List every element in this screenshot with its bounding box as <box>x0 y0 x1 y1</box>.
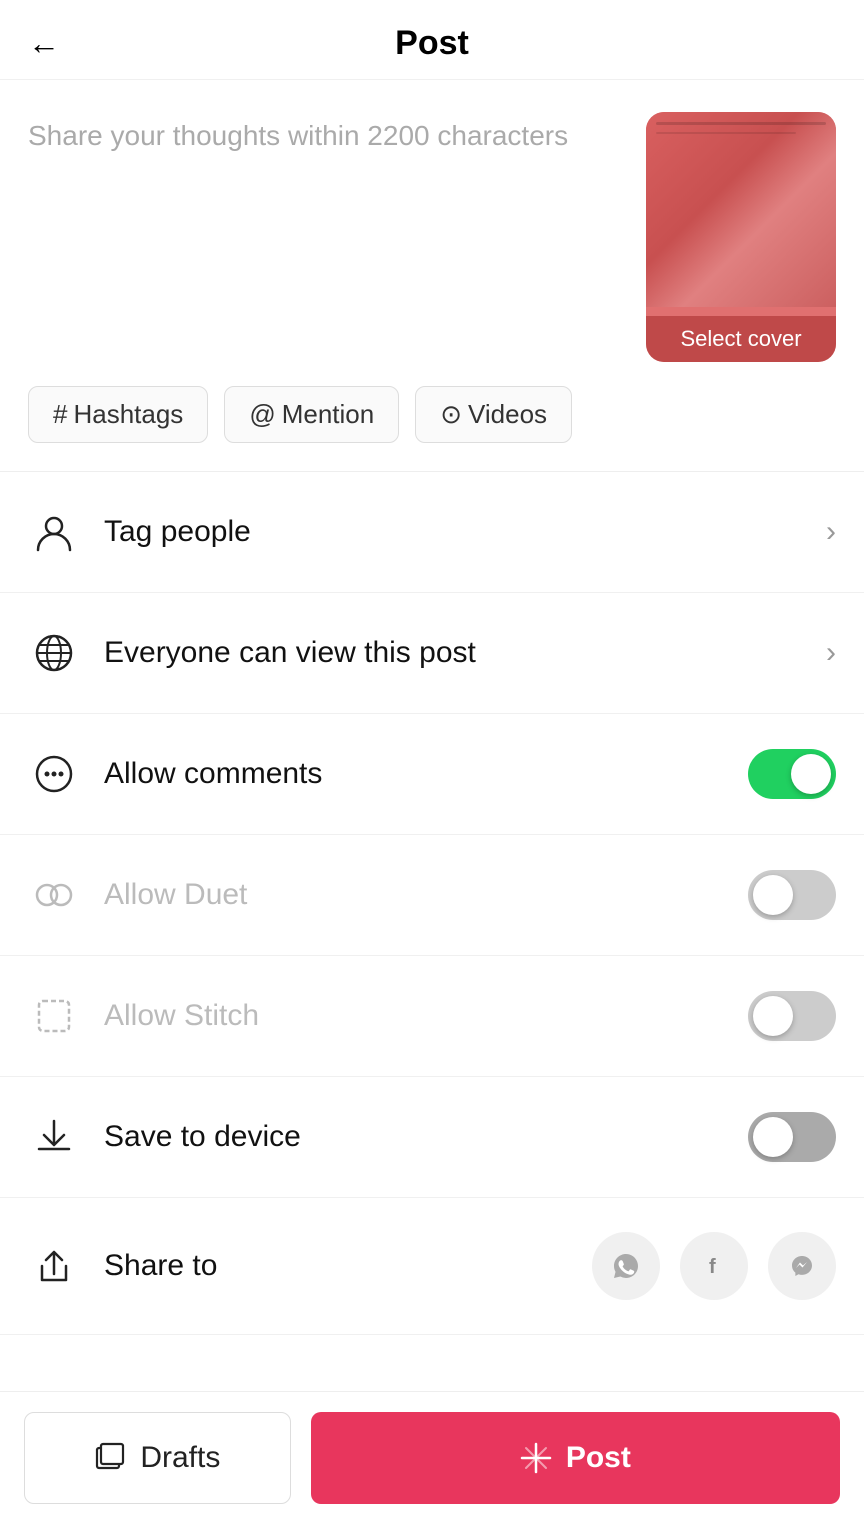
hashtag-icon: # <box>53 399 67 430</box>
chevron-right-icon-2: › <box>826 636 836 670</box>
tag-people-row[interactable]: Tag people › <box>0 472 864 593</box>
save-to-device-row: Save to device <box>0 1077 864 1198</box>
allow-comments-label: Allow comments <box>104 757 748 791</box>
bottom-bar: Drafts Post <box>0 1391 864 1536</box>
drafts-icon <box>94 1442 126 1474</box>
chevron-right-icon: › <box>826 515 836 549</box>
save-to-device-toggle[interactable] <box>748 1112 836 1162</box>
toggle-knob-2 <box>753 875 793 915</box>
post-sparkle-icon <box>520 1442 552 1474</box>
mention-icon: @ <box>249 399 275 430</box>
share-to-label: Share to <box>104 1249 592 1283</box>
view-privacy-row[interactable]: Everyone can view this post › <box>0 593 864 714</box>
messenger-icon[interactable] <box>768 1232 836 1300</box>
stitch-icon <box>28 990 80 1042</box>
thumbnail-image <box>646 112 836 307</box>
caption-area: Share your thoughts within 2200 characte… <box>0 80 864 386</box>
view-privacy-label: Everyone can view this post <box>104 636 826 670</box>
hashtags-pill[interactable]: # Hashtags <box>28 386 208 443</box>
comment-icon <box>28 748 80 800</box>
allow-stitch-toggle[interactable] <box>748 991 836 1041</box>
page-title: Post <box>395 24 469 63</box>
tag-pills-row: # Hashtags @ Mention ⊙ Videos <box>0 386 864 471</box>
select-cover-button[interactable]: Select cover <box>646 316 836 362</box>
hashtags-label: Hashtags <box>73 399 183 430</box>
tag-people-label: Tag people <box>104 515 826 549</box>
allow-comments-row: Allow comments <box>0 714 864 835</box>
allow-duet-toggle[interactable] <box>748 870 836 920</box>
mention-pill[interactable]: @ Mention <box>224 386 399 443</box>
share-icon <box>28 1240 80 1292</box>
drafts-label: Drafts <box>140 1441 220 1475</box>
whatsapp-icon[interactable] <box>592 1232 660 1300</box>
globe-icon <box>28 627 80 679</box>
svg-text:f: f <box>709 1256 716 1278</box>
caption-input[interactable]: Share your thoughts within 2200 characte… <box>28 112 626 155</box>
person-icon <box>28 506 80 558</box>
toggle-knob-3 <box>753 996 793 1036</box>
mention-label: Mention <box>282 399 375 430</box>
header: ← Post <box>0 0 864 80</box>
back-button[interactable]: ← <box>28 25 60 62</box>
allow-stitch-label: Allow Stitch <box>104 999 748 1033</box>
share-to-row: Share to f <box>0 1198 864 1335</box>
videos-label: Videos <box>468 399 547 430</box>
allow-stitch-row: Allow Stitch <box>0 956 864 1077</box>
download-icon <box>28 1111 80 1163</box>
allow-comments-toggle[interactable] <box>748 749 836 799</box>
allow-duet-label: Allow Duet <box>104 878 748 912</box>
post-button[interactable]: Post <box>311 1412 840 1504</box>
drafts-button[interactable]: Drafts <box>24 1412 291 1504</box>
facebook-icon[interactable]: f <box>680 1232 748 1300</box>
post-label: Post <box>566 1441 631 1475</box>
share-icons-row: f <box>592 1232 836 1300</box>
video-thumbnail[interactable]: Select cover <box>646 112 836 362</box>
allow-duet-row: Allow Duet <box>0 835 864 956</box>
toggle-knob-4 <box>753 1117 793 1157</box>
toggle-knob <box>791 754 831 794</box>
save-to-device-label: Save to device <box>104 1120 748 1154</box>
videos-icon: ⊙ <box>440 399 462 430</box>
videos-pill[interactable]: ⊙ Videos <box>415 386 572 443</box>
duet-icon <box>28 869 80 921</box>
